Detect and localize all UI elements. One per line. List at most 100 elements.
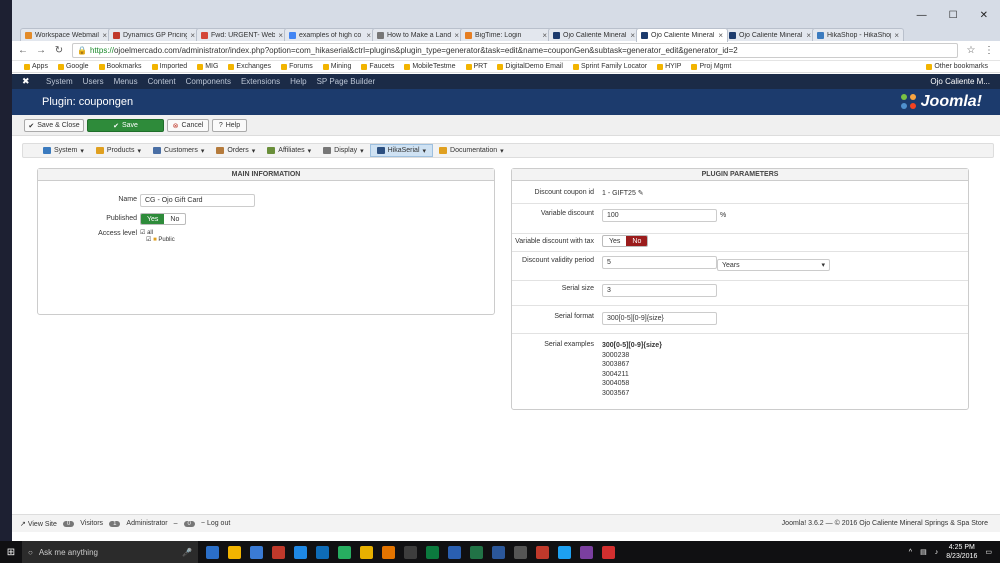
close-tab-icon[interactable]: × (102, 31, 107, 40)
taskbar-app-icon[interactable] (492, 545, 505, 559)
browser-tab[interactable]: Fwd: URGENT- Websi × (196, 28, 288, 42)
save-button[interactable]: ✔ Save (87, 119, 164, 132)
browser-tab[interactable]: Ojo Caliente Mineral × (548, 28, 640, 42)
browser-tab[interactable]: How to Make a Landi × (372, 28, 464, 42)
browser-tab[interactable]: BigTime: Login × (460, 28, 552, 42)
submenu-item[interactable]: Affiliates ▾ (261, 144, 317, 157)
taskbar-app-icon[interactable] (448, 545, 461, 559)
taskbar-app-icon[interactable] (514, 545, 527, 559)
taskbar-app-icon[interactable] (558, 545, 571, 559)
serial-size-input[interactable]: 3 (602, 284, 717, 297)
nav-components[interactable]: Components (186, 77, 231, 86)
view-site-link[interactable]: ↗ View Site (20, 520, 57, 528)
bookmark-item[interactable]: Exchanges (228, 63, 271, 70)
taskbar-app-icon[interactable] (404, 545, 417, 559)
other-bookmarks[interactable]: Other bookmarks (926, 63, 988, 70)
taskbar-app-icon[interactable] (536, 545, 549, 559)
bookmark-item[interactable]: MIG (197, 63, 218, 70)
published-yes[interactable]: Yes (141, 214, 165, 224)
clock[interactable]: 4:25 PM 8/23/2016 (946, 543, 977, 561)
site-link[interactable]: Ojo Caliente M... (930, 77, 990, 86)
nav-users[interactable]: Users (83, 77, 104, 86)
tax-toggle[interactable]: Yes No (602, 235, 649, 247)
submenu-item[interactable]: Display ▾ (317, 144, 369, 157)
close-tab-icon[interactable]: × (806, 31, 811, 40)
reload-icon[interactable]: ↻ (54, 45, 64, 56)
validity-input[interactable]: 5 (602, 256, 717, 269)
edit-icon[interactable]: ✎ (638, 190, 644, 197)
save-close-button[interactable]: ✔ Save & Close (24, 119, 84, 132)
bookmark-item[interactable]: Apps (24, 63, 48, 70)
browser-tab[interactable]: HikaShop - HikaShop × (812, 28, 904, 42)
close-tab-icon[interactable]: × (542, 31, 547, 40)
nav-help[interactable]: Help (290, 77, 306, 86)
validity-unit-select[interactable]: Years ▾ (717, 259, 830, 271)
browser-tab[interactable]: Ojo Caliente Mineral × (636, 28, 728, 42)
network-icon[interactable]: ▤ (920, 548, 927, 556)
microphone-icon[interactable]: 🎤 (182, 548, 192, 557)
browser-tab[interactable]: Ojo Caliente Mineral × (724, 28, 816, 42)
forward-icon[interactable]: → (36, 45, 46, 56)
taskbar-app-icon[interactable] (250, 545, 263, 559)
taskbar-app-icon[interactable] (470, 545, 483, 559)
tax-no[interactable]: No (626, 236, 648, 246)
close-tab-icon[interactable]: × (454, 31, 459, 40)
serial-format-input[interactable]: 300[0-5][0-9]{size} (602, 312, 717, 325)
tax-yes[interactable]: Yes (603, 236, 626, 246)
bookmark-item[interactable]: Faucets (361, 63, 394, 70)
taskbar-app-icon[interactable] (382, 545, 395, 559)
published-no[interactable]: No (164, 214, 185, 224)
bookmark-item[interactable]: MobileTestme (404, 63, 456, 70)
taskbar-app-icon[interactable] (206, 545, 219, 559)
bookmark-item[interactable]: Imported (151, 63, 187, 70)
cancel-button[interactable]: ⊗ Cancel (167, 119, 209, 132)
nav-extensions[interactable]: Extensions (241, 77, 280, 86)
bookmark-item[interactable]: Mining (322, 63, 351, 70)
volume-icon[interactable]: ♪ (935, 549, 939, 556)
taskbar-app-icon[interactable] (602, 545, 615, 559)
taskbar-app-icon[interactable] (272, 545, 285, 559)
submenu-item[interactable]: Documentation ▾ (433, 144, 510, 157)
close-tab-icon[interactable]: × (278, 31, 283, 40)
submenu-item[interactable]: Products ▾ (90, 144, 147, 157)
windows-start-icon[interactable]: ⊞ (0, 541, 22, 563)
nav-menus[interactable]: Menus (114, 77, 138, 86)
joomla-icon[interactable]: ✖ (22, 76, 34, 87)
browser-tab[interactable]: Dynamics GP Pricing × (108, 28, 200, 42)
maximize-icon[interactable]: ☐ (949, 10, 958, 24)
taskbar-app-icon[interactable] (580, 545, 593, 559)
close-tab-icon[interactable]: × (366, 31, 371, 40)
bookmark-item[interactable]: Forums (281, 63, 313, 70)
taskbar-app-icon[interactable] (426, 545, 439, 559)
variable-discount-input[interactable]: 100 (602, 209, 717, 222)
checkbox-icon[interactable]: ☑ (140, 230, 145, 236)
bookmark-item[interactable]: DigitalDemo Email (497, 63, 563, 70)
taskbar-app-icon[interactable] (294, 545, 307, 559)
name-input[interactable]: CG - Ojo Gift Card (140, 194, 255, 207)
menu-icon[interactable]: ⋮ (984, 45, 994, 56)
browser-tab[interactable]: Workspace Webmail × (20, 28, 112, 42)
taskbar-app-icon[interactable] (228, 545, 241, 559)
bookmark-item[interactable]: Sprint Family Locator (572, 63, 647, 70)
address-bar[interactable]: 🔒 https:// ojoelmercado.com/administrato… (72, 43, 958, 58)
notifications-icon[interactable]: ▭ (985, 548, 992, 556)
bookmark-item[interactable]: Proj Mgmt (691, 63, 731, 70)
browser-tab[interactable]: examples of high co × (284, 28, 376, 42)
nav-sp-page-builder[interactable]: SP Page Builder (317, 77, 376, 86)
close-tab-icon[interactable]: × (718, 31, 723, 40)
close-icon[interactable]: ✕ (980, 10, 988, 24)
nav-content[interactable]: Content (148, 77, 176, 86)
bookmark-item[interactable]: Bookmarks (98, 63, 142, 70)
bookmark-item[interactable]: Google (57, 63, 89, 70)
taskbar-app-icon[interactable] (316, 545, 329, 559)
submenu-item[interactable]: HikaSerial ▾ (369, 144, 434, 157)
close-tab-icon[interactable]: × (630, 31, 635, 40)
chevron-up-icon[interactable]: ^ (909, 549, 912, 556)
star-icon[interactable]: ☆ (966, 45, 976, 56)
submenu-item[interactable]: Orders ▾ (210, 144, 261, 157)
close-tab-icon[interactable]: × (894, 31, 899, 40)
checkbox-icon[interactable]: ☑ (146, 237, 151, 243)
close-tab-icon[interactable]: × (190, 31, 195, 40)
bookmark-item[interactable]: PRT (465, 63, 487, 70)
taskbar-app-icon[interactable] (360, 545, 373, 559)
